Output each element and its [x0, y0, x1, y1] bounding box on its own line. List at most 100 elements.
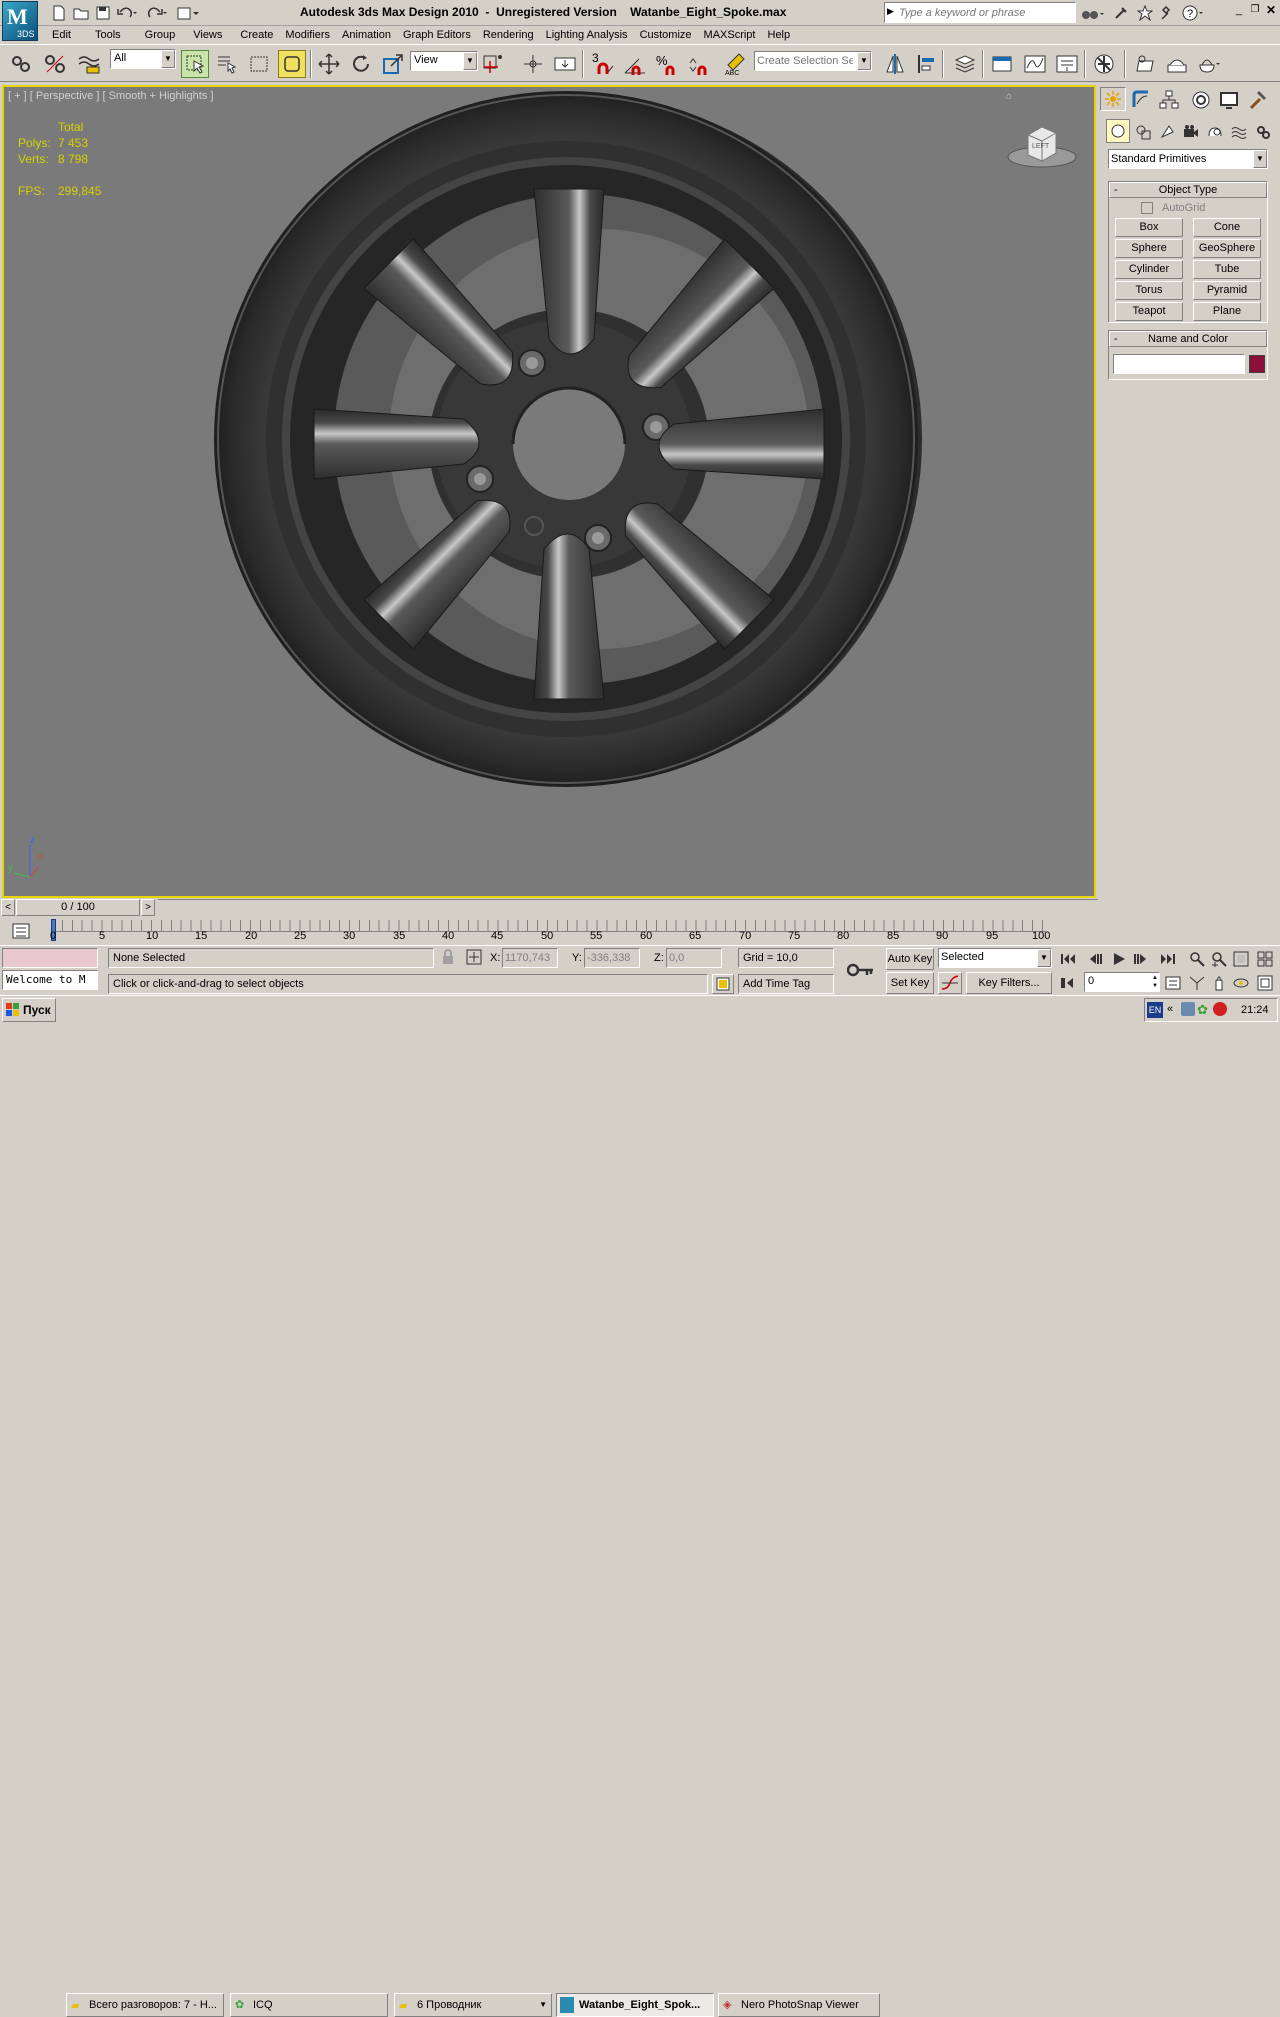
spinner-snap-icon[interactable] — [686, 51, 712, 77]
perspective-viewport[interactable]: [ + ] [ Perspective ] [ Smooth + Highlig… — [2, 85, 1096, 898]
y-coord-field[interactable]: -336,338 — [584, 948, 640, 968]
object-name-input[interactable] — [1113, 354, 1245, 374]
minimize-button[interactable]: _ — [1232, 4, 1246, 18]
mirror-icon[interactable] — [882, 51, 908, 77]
cameras-category-icon[interactable] — [1178, 119, 1204, 145]
undo-icon[interactable] — [114, 0, 140, 26]
bind-to-space-warp-icon[interactable] — [76, 51, 102, 77]
next-frame-button[interactable]: > — [141, 899, 155, 916]
render-production-icon[interactable] — [1196, 51, 1222, 77]
schematic-view-icon[interactable] — [1054, 51, 1080, 77]
taskbar-item-nero[interactable]: ◈ Nero PhotoSnap Viewer — [718, 1993, 880, 2017]
graphite-modeling-tools-icon[interactable] — [990, 51, 1016, 77]
app-logo-icon[interactable]: M 3DS — [2, 1, 38, 41]
rendered-frame-window-icon[interactable] — [1164, 51, 1190, 77]
taskbar-item-3dsmax[interactable]: Watanbe_Eight_Spok... — [556, 1993, 714, 2017]
shapes-category-icon[interactable] — [1130, 119, 1156, 145]
align-icon[interactable] — [914, 51, 940, 77]
field-of-view-icon[interactable] — [1186, 972, 1208, 994]
restore-button[interactable]: ❐ — [1248, 4, 1262, 18]
menu-maxscript[interactable]: MAXScript — [698, 27, 762, 43]
maximize-viewport-icon[interactable] — [1254, 972, 1276, 994]
object-type-header[interactable]: - Object Type — [1109, 182, 1267, 198]
settings-icon[interactable] — [1155, 0, 1181, 26]
named-selection-input[interactable] — [757, 53, 853, 69]
angle-snap-icon[interactable] — [622, 51, 648, 77]
previous-frame-button[interactable]: < — [1, 899, 15, 916]
box-button[interactable]: Box — [1115, 218, 1183, 237]
auto-key-button[interactable]: Auto Key — [886, 948, 934, 970]
zoom-icon[interactable] — [1186, 948, 1208, 970]
geometry-category-icon[interactable] — [1106, 119, 1130, 143]
menu-create[interactable]: Create — [234, 27, 279, 43]
menu-group[interactable]: Group — [139, 27, 182, 43]
unlink-selection-icon[interactable] — [42, 51, 68, 77]
material-editor-icon[interactable] — [1092, 51, 1118, 77]
autogrid-checkbox[interactable] — [1141, 202, 1153, 214]
maxscript-listener-pink[interactable] — [2, 948, 98, 968]
set-key-mode-key-icon[interactable] — [846, 956, 876, 984]
select-object-icon[interactable] — [181, 50, 209, 78]
edit-named-selection-icon[interactable]: ABC — [722, 51, 748, 77]
play-animation-icon[interactable] — [1108, 948, 1130, 970]
time-configuration-icon[interactable] — [1162, 972, 1184, 994]
teapot-button[interactable]: Teapot — [1115, 302, 1183, 321]
select-and-move-icon[interactable] — [316, 51, 342, 77]
tray-expand-icon[interactable]: « — [1167, 1003, 1173, 1015]
menu-lighting-analysis[interactable]: Lighting Analysis — [540, 27, 634, 43]
close-button[interactable]: ✕ — [1264, 3, 1278, 17]
lights-category-icon[interactable] — [1154, 119, 1180, 145]
helpers-category-icon[interactable] — [1202, 119, 1228, 145]
snaps-toggle-icon[interactable]: 3 — [590, 51, 616, 77]
systems-category-icon[interactable] — [1250, 119, 1276, 145]
keyboard-shortcut-override-icon[interactable] — [552, 51, 578, 77]
current-frame-field[interactable]: 0 ▲ ▼ — [1084, 972, 1160, 992]
menu-views[interactable]: Views — [187, 27, 228, 43]
zoom-all-icon[interactable] — [1208, 948, 1230, 970]
x-coord-field[interactable]: 1170,743 — [502, 948, 558, 968]
layer-manager-icon[interactable] — [952, 51, 978, 77]
select-and-scale-icon[interactable] — [380, 51, 406, 77]
taskbar-item-chat[interactable]: ▰ Всего разговоров: 7 - Н... — [66, 1993, 224, 2017]
orbit-icon[interactable] — [1230, 972, 1252, 994]
cylinder-button[interactable]: Cylinder — [1115, 260, 1183, 279]
set-key-button[interactable]: Set Key — [886, 972, 934, 994]
start-button[interactable]: Пуск — [2, 998, 56, 1022]
communication-center-icon[interactable] — [1108, 0, 1134, 26]
menu-tools[interactable]: Tools — [89, 27, 127, 43]
menu-animation[interactable]: Animation — [336, 27, 397, 43]
z-coord-field[interactable]: 0,0 — [666, 948, 722, 968]
zoom-extents-icon[interactable] — [1230, 948, 1252, 970]
sphere-button[interactable]: Sphere — [1115, 239, 1183, 258]
create-tab-icon[interactable] — [1100, 87, 1126, 111]
menu-modifiers[interactable]: Modifiers — [279, 27, 336, 43]
viewcube[interactable]: LEFT — [1004, 119, 1080, 173]
search-box[interactable]: ▶ — [884, 2, 1076, 23]
torus-button[interactable]: Torus — [1115, 281, 1183, 300]
rectangular-selection-icon[interactable] — [246, 51, 272, 77]
geosphere-button[interactable]: GeoSphere — [1193, 239, 1261, 258]
selection-filter-dropdown[interactable]: All ▼ — [110, 49, 176, 69]
icq-tray-icon[interactable]: ✿ — [1197, 1002, 1208, 1018]
next-frame-icon[interactable] — [1130, 948, 1152, 970]
maxscript-listener-white[interactable]: Welcome to M — [2, 970, 98, 990]
language-indicator[interactable]: EN — [1147, 1002, 1163, 1018]
space-warps-category-icon[interactable] — [1226, 119, 1252, 145]
menu-graph-editors[interactable]: Graph Editors — [397, 27, 477, 43]
menu-edit[interactable]: Edit — [46, 27, 77, 43]
reference-coordinate-dropdown[interactable]: View ▼ — [410, 51, 478, 71]
hierarchy-tab-icon[interactable] — [1156, 87, 1182, 113]
add-time-tag-button[interactable]: Add Time Tag — [738, 974, 834, 994]
cone-button[interactable]: Cone — [1193, 218, 1261, 237]
mini-curve-editor-icon[interactable] — [8, 918, 34, 944]
object-color-swatch[interactable] — [1249, 355, 1265, 373]
window-crossing-icon[interactable] — [278, 50, 306, 78]
named-selection-set-field[interactable]: ▼ — [754, 51, 872, 71]
select-and-manipulate-icon[interactable] — [520, 51, 546, 77]
redo-icon[interactable] — [144, 0, 170, 26]
search-input[interactable] — [899, 4, 1071, 21]
menu-rendering[interactable]: Rendering — [477, 27, 540, 43]
percent-snap-icon[interactable]: % — [654, 51, 680, 77]
viewport-menu-icon[interactable]: ⌂ — [1006, 91, 1012, 102]
wheel-model[interactable] — [4, 87, 1094, 896]
